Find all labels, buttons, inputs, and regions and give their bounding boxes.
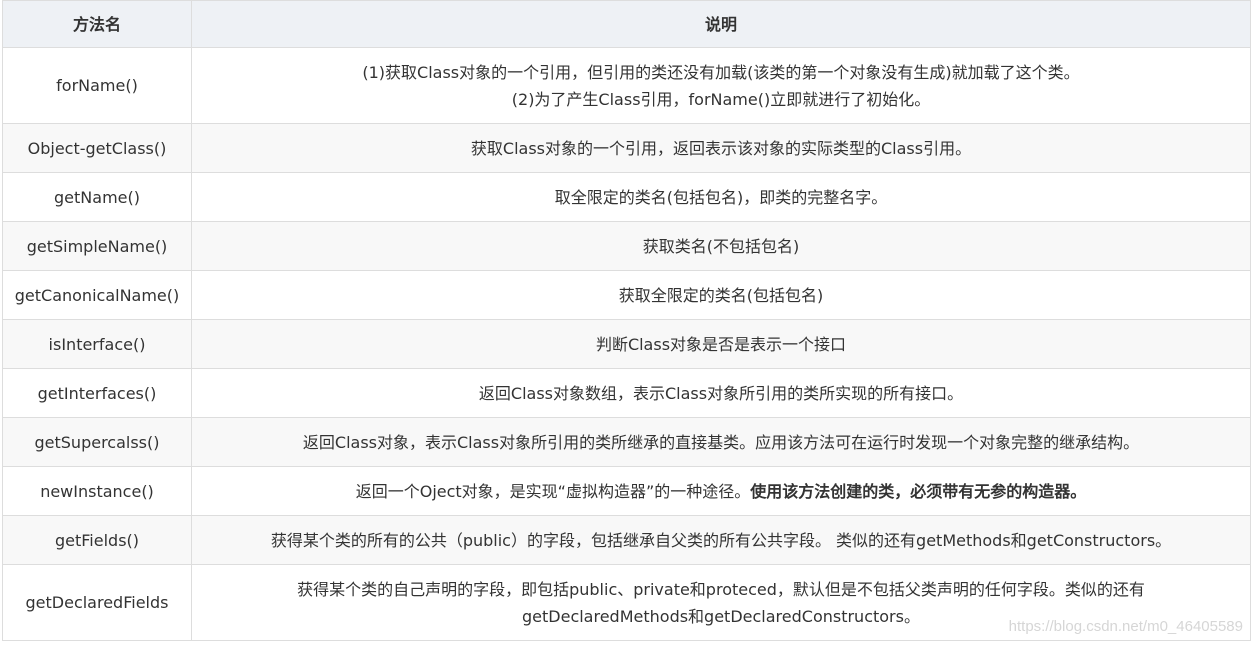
description-cell: 返回Class对象数组，表示Class对象所引用的类所实现的所有接口。	[191, 368, 1251, 418]
description-line: 获得某个类的自己声明的字段，即包括public、private和proteced…	[297, 579, 1145, 599]
method-name-cell: getSupercalss()	[2, 417, 192, 467]
description-emphasis: 使用该方法创建的类，必须带有无参的构造器。	[750, 481, 1087, 501]
method-name-cell: getName()	[2, 172, 192, 222]
description-cell: 取全限定的类名(包括包名)，即类的完整名字。	[191, 172, 1251, 222]
method-name-cell: getCanonicalName()	[2, 270, 192, 320]
method-name-cell: forName()	[2, 47, 192, 124]
methods-table: 方法名 说明 forName() (1)获取Class对象的一个引用，但引用的类…	[2, 0, 1251, 641]
table-row: getInterfaces() 返回Class对象数组，表示Class对象所引用…	[2, 368, 1251, 418]
description-cell: 获取Class对象的一个引用，返回表示该对象的实际类型的Class引用。	[191, 123, 1251, 173]
method-name-cell: newInstance()	[2, 466, 192, 516]
table-row: newInstance() 返回一个Oject对象，是实现“虚拟构造器”的一种途…	[2, 466, 1251, 516]
method-name-cell: getInterfaces()	[2, 368, 192, 418]
table-row: isInterface() 判断Class对象是否是表示一个接口	[2, 319, 1251, 369]
description-cell: (1)获取Class对象的一个引用，但引用的类还没有加载(该类的第一个对象没有生…	[191, 47, 1251, 124]
header-description: 说明	[191, 0, 1251, 48]
method-name-cell: getDeclaredFields	[2, 564, 192, 641]
table-row: getFields() 获得某个类的所有的公共（public）的字段，包括继承自…	[2, 515, 1251, 565]
method-name-cell: isInterface()	[2, 319, 192, 369]
method-name-cell: getFields()	[2, 515, 192, 565]
description-text: 返回一个Oject对象，是实现“虚拟构造器”的一种途径。	[355, 481, 751, 501]
description-cell: 获取类名(不包括包名)	[191, 221, 1251, 271]
method-name-cell: getSimpleName()	[2, 221, 192, 271]
table-row: getSupercalss() 返回Class对象，表示Class对象所引用的类…	[2, 417, 1251, 467]
header-row: 方法名 说明	[2, 0, 1251, 48]
table-row: Object-getClass() 获取Class对象的一个引用，返回表示该对象…	[2, 123, 1251, 173]
description-cell: 返回Class对象，表示Class对象所引用的类所继承的直接基类。应用该方法可在…	[191, 417, 1251, 467]
header-method-name: 方法名	[2, 0, 192, 48]
table-row: getName() 取全限定的类名(包括包名)，即类的完整名字。	[2, 172, 1251, 222]
description-line: (2)为了产生Class引用，forName()立即就进行了初始化。	[511, 89, 931, 109]
description-cell: 返回一个Oject对象，是实现“虚拟构造器”的一种途径。使用该方法创建的类，必须…	[191, 466, 1251, 516]
description-cell: 判断Class对象是否是表示一个接口	[191, 319, 1251, 369]
description-cell: 获得某个类的所有的公共（public）的字段，包括继承自父类的所有公共字段。 类…	[191, 515, 1251, 565]
description-line: (1)获取Class对象的一个引用，但引用的类还没有加载(该类的第一个对象没有生…	[362, 62, 1080, 82]
description-cell: 获取全限定的类名(包括包名)	[191, 270, 1251, 320]
table-row: getSimpleName() 获取类名(不包括包名)	[2, 221, 1251, 271]
method-name-cell: Object-getClass()	[2, 123, 192, 173]
table-row: forName() (1)获取Class对象的一个引用，但引用的类还没有加载(该…	[2, 47, 1251, 124]
watermark-text: https://blog.csdn.net/m0_46405589	[1008, 618, 1243, 635]
table-row: getCanonicalName() 获取全限定的类名(包括包名)	[2, 270, 1251, 320]
